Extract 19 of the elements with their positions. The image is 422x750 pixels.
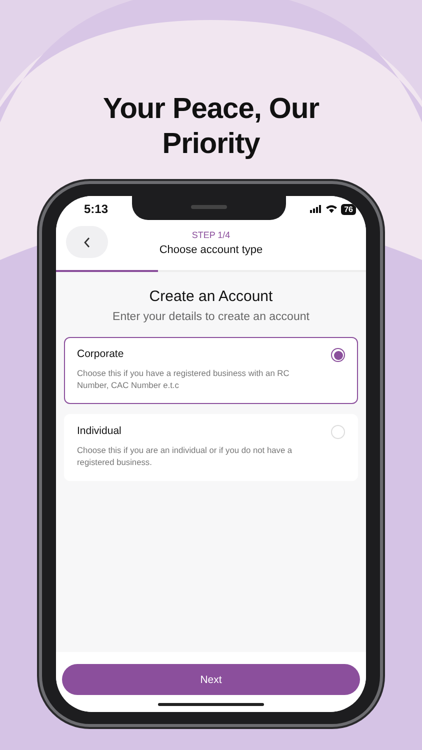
option-description: Choose this if you are an individual or if you do not have a registered business. [77, 444, 294, 468]
account-option[interactable]: Corporate Choose this if you have a registered business with an RC Number, CAC Number e.t.c [64, 337, 358, 404]
signal-icon [310, 205, 322, 213]
battery-level: 76 [341, 204, 356, 214]
section-heading: Create an Account [149, 288, 273, 305]
step-label: STEP 1/4 [192, 230, 230, 240]
back-button[interactable] [66, 226, 108, 258]
section-subheading: Enter your details to create an account [112, 311, 310, 323]
next-button[interactable]: Next [62, 664, 360, 695]
radio-button[interactable] [331, 348, 345, 362]
option-title: Individual [77, 425, 122, 437]
account-option[interactable]: Individual Choose this if you are an individual or if you do not have a registered business. [64, 414, 358, 481]
back-icon [83, 236, 91, 248]
headline: Your Peace, Our Priority [102, 92, 320, 162]
status-time: 5:13 [84, 202, 108, 216]
page-title: Choose account type [159, 244, 263, 256]
option-title: Corporate [77, 348, 124, 360]
wifi-icon [326, 205, 338, 213]
option-description: Choose this if you have a registered business with an RC Number, CAC Number e.t.c [77, 367, 290, 391]
